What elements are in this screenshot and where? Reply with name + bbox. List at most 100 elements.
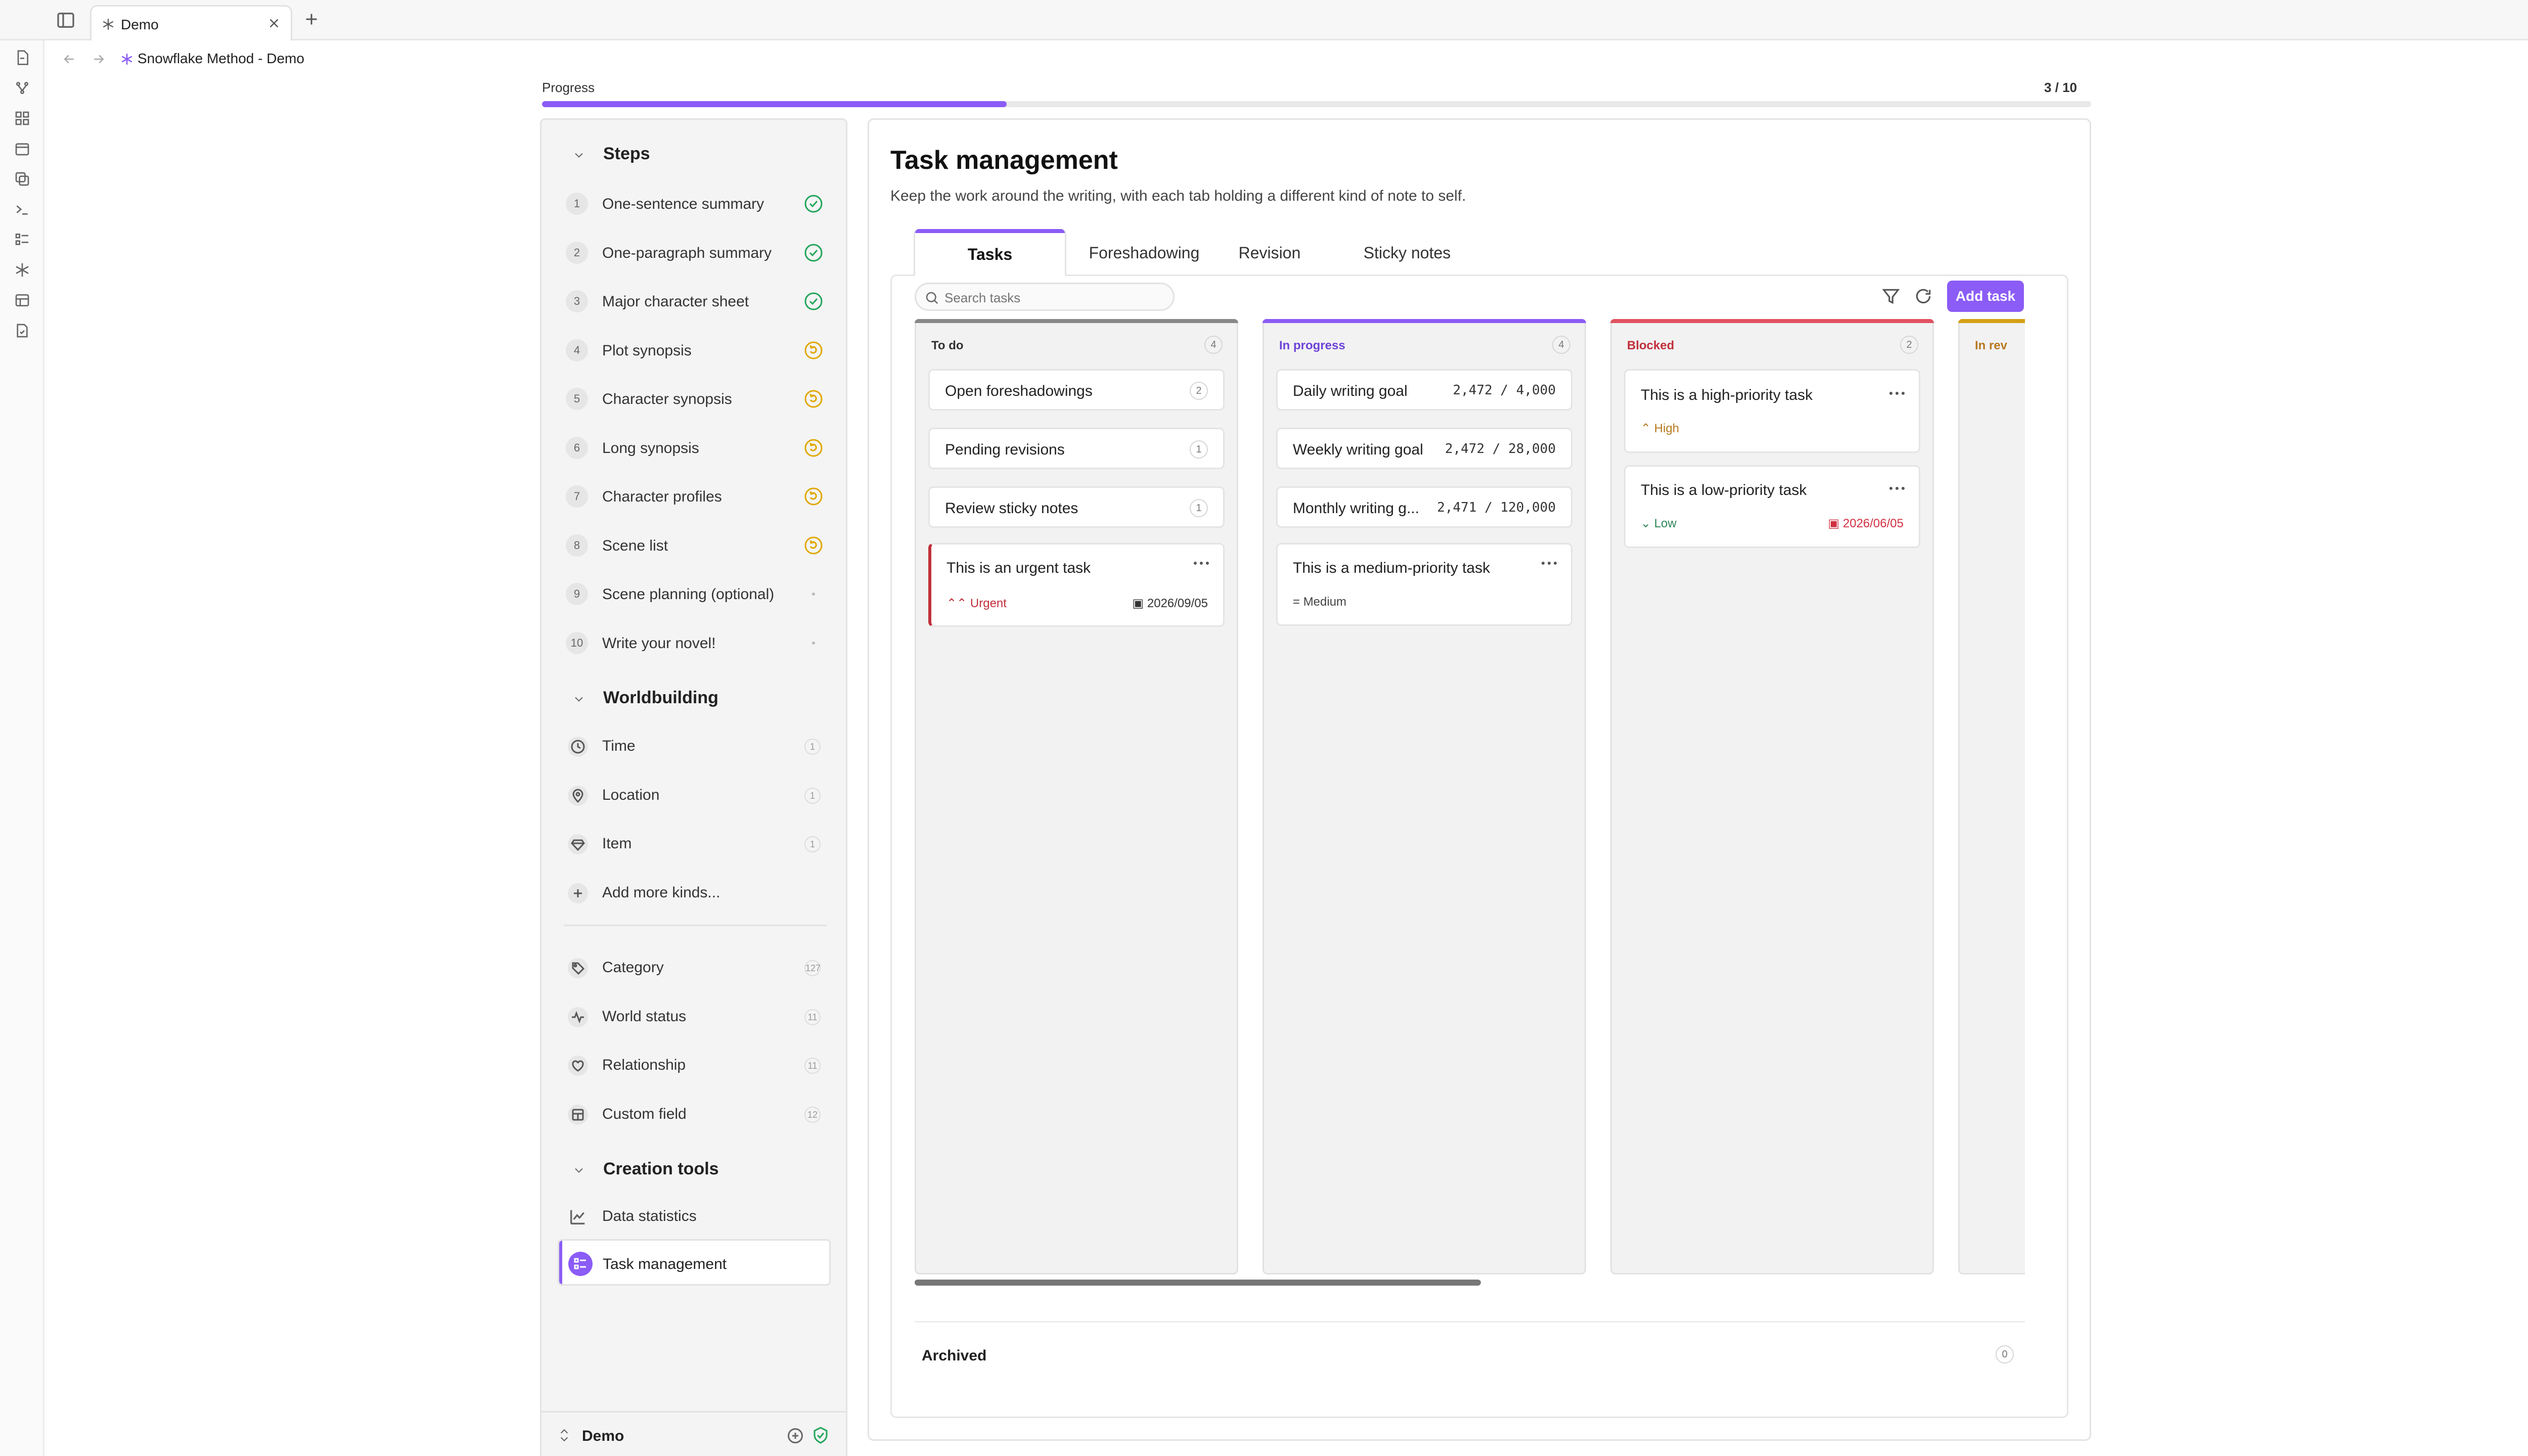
filter-icon[interactable] [1881,287,1901,306]
snowflake-icon[interactable] [14,262,30,278]
goal-card[interactable]: Weekly writing goal 2,472 / 28,000 [1276,428,1572,469]
vault-name[interactable]: Demo [582,1428,624,1445]
worldbuilding-kind[interactable]: Time 1 [566,726,824,763]
step-label: Character synopsis [602,391,732,407]
card-count: 2 [1190,382,1208,400]
dot-icon [803,633,824,653]
chart-icon [570,1210,585,1224]
step-item[interactable]: 4 Plot synopsis [566,331,824,368]
step-label: Scene planning (optional) [602,586,775,603]
card-count: 1 [1190,440,1208,459]
step-item[interactable]: 5 Character synopsis [566,380,824,416]
step-item[interactable]: 10 Write your novel! [566,624,824,660]
document-check-icon[interactable] [14,323,30,339]
chevron-down-icon [575,153,583,158]
tab-foreshadowing[interactable]: Foreshadowing [1078,229,1210,277]
worldbuilding-kind[interactable]: Location 1 [566,776,824,812]
tool-item-task-management[interactable]: Task management [558,1239,831,1286]
tab-sticky-notes[interactable]: Sticky notes [1341,229,1473,277]
goal-card[interactable]: Monthly writing g... 2,471 / 120,000 [1276,486,1572,528]
auto-card[interactable]: Open foreshadowings 2 [928,369,1225,411]
tab-label: Sticky notes [1363,244,1451,262]
step-item[interactable]: 9 Scene planning (optional) [566,575,824,611]
more-options-icon[interactable] [1888,486,1906,491]
auto-card[interactable]: Pending revisions 1 [928,428,1225,469]
grid-icon[interactable] [14,110,30,126]
plus-circle-icon[interactable] [786,1427,804,1445]
task-card[interactable]: This is a low-priority task ⌄ Low ▣ 2026… [1624,465,1920,548]
more-options-icon[interactable] [1541,561,1558,566]
map-pin-icon [568,785,588,806]
clock-icon [568,737,588,757]
refresh-icon[interactable] [1914,287,1933,306]
step-item[interactable]: 6 Long synopsis [566,429,824,465]
step-item[interactable]: 7 Character profiles [566,477,824,514]
meta-item[interactable]: Custom field 12 [566,1095,824,1131]
card-title: Open foreshadowings [945,383,1093,399]
step-number: 2 [566,241,588,264]
close-icon[interactable] [266,16,282,31]
new-tab-icon[interactable] [302,10,321,28]
meta-item[interactable]: Category 127 [566,948,824,984]
step-label: Write your novel! [602,634,716,652]
column-title: Blocked [1627,339,1675,352]
step-number: 5 [566,388,588,410]
step-label: Long synopsis [602,439,699,457]
more-options-icon[interactable] [1193,561,1210,566]
list-icon[interactable] [14,232,30,248]
search-input[interactable] [944,288,1167,307]
shield-check-icon[interactable] [811,1426,830,1445]
archived-toggle[interactable]: Archived [922,1347,986,1364]
item-count: 12 [804,1106,821,1123]
tab-title: Demo [121,17,159,32]
step-number: 9 [566,583,588,605]
sidebar-toggle-icon[interactable] [56,10,76,30]
progress-fill [542,101,1007,107]
add-task-button[interactable]: Add task [1947,281,2024,312]
section-title: Creation tools [603,1159,719,1178]
search-box[interactable] [915,283,1175,311]
progress-circle-icon [803,340,824,360]
active-tab-indicator [915,229,1065,233]
step-label: Major character sheet [602,293,749,310]
step-item[interactable]: 1 One-sentence summary [566,185,824,221]
goal-card[interactable]: Daily writing goal 2,472 / 4,000 [1276,369,1572,411]
horizontal-scrollbar[interactable] [915,1280,1481,1286]
step-item[interactable]: 8 Scene list [566,526,824,563]
item-count: 11 [804,1009,821,1025]
tool-item-data-statistics[interactable]: Data statistics [566,1197,824,1233]
add-more-kinds-button[interactable]: Add more kinds... [566,873,824,909]
copy-icon[interactable] [14,171,30,187]
graph-icon[interactable] [14,80,30,96]
file-icon[interactable] [14,50,30,66]
chevron-up-down-icon[interactable] [558,1428,571,1443]
item-count: 1 [804,739,821,755]
item-label: Time [602,738,636,754]
calendar-icon: ▣ [1132,597,1144,610]
terminal-icon[interactable] [14,201,30,217]
layout-icon [568,1104,588,1125]
meta-item[interactable]: World status 11 [566,997,824,1033]
tool-label: Data statistics [602,1208,697,1224]
step-item[interactable]: 2 One-paragraph summary [566,234,824,270]
tab-demo[interactable]: Demo [90,5,292,40]
auto-card[interactable]: Review sticky notes 1 [928,486,1225,528]
worldbuilding-kind[interactable]: Item 1 [566,824,824,860]
check-circle-icon [803,291,824,311]
meta-item[interactable]: Relationship 11 [566,1045,824,1082]
database-icon[interactable] [14,292,30,308]
tab-revision[interactable]: Revision [1219,229,1320,277]
step-label: Character profiles [602,488,722,505]
dot-icon [803,584,824,604]
calendar-icon[interactable] [14,141,30,157]
task-card[interactable]: This is an urgent task ⌃⌃ Urgent ▣ 2026/… [928,543,1225,627]
plus-icon [568,883,588,903]
task-card[interactable]: This is a medium-priority task = Medium [1276,543,1572,626]
priority-badge: ⌃ High [1641,422,1680,435]
more-options-icon[interactable] [1888,391,1906,396]
tab-tasks[interactable]: Tasks [914,229,1066,277]
step-item[interactable]: 3 Major character sheet [566,282,824,318]
arrow-left-icon[interactable] [62,52,77,67]
arrow-right-icon[interactable] [91,52,106,67]
task-card[interactable]: This is a high-priority task ⌃ High [1624,369,1920,453]
